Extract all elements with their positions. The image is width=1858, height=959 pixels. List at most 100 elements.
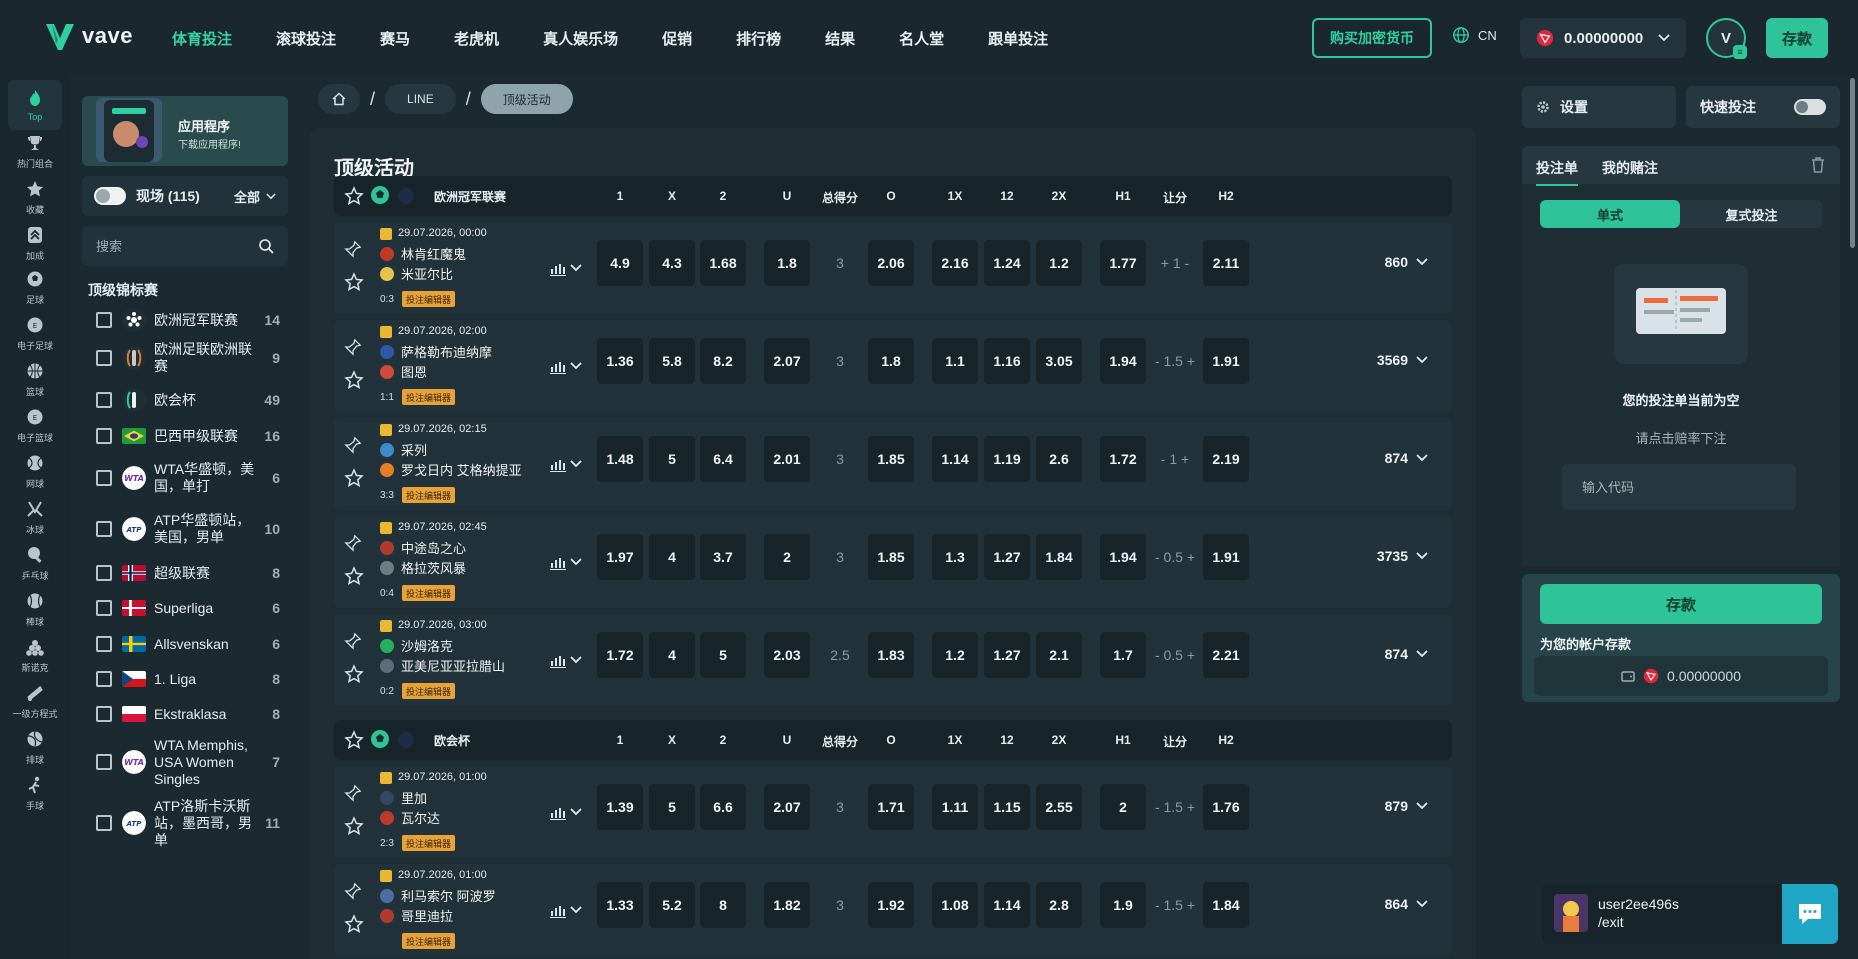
odds-button[interactable]: 2.03 — [764, 632, 810, 678]
page-scrollbar[interactable] — [1850, 78, 1855, 248]
breadcrumb-home[interactable] — [318, 84, 360, 114]
sport-nav-item[interactable]: Top — [8, 80, 62, 130]
odds-button[interactable]: 1.1 — [932, 338, 978, 384]
odds-button[interactable]: 2.01 — [764, 436, 810, 482]
sport-nav-item[interactable]: 手球 — [8, 768, 62, 818]
bet-builder-badge[interactable]: 投注编辑器 — [402, 585, 456, 601]
settings-button[interactable]: 设置 — [1522, 86, 1676, 128]
deposit-button[interactable]: 存款 — [1766, 18, 1828, 58]
quickbet-toggle[interactable] — [1794, 99, 1826, 115]
sport-nav-item[interactable]: 篮球 — [8, 354, 62, 404]
pin-icon[interactable] — [344, 338, 362, 356]
odds-button[interactable]: 1.91 — [1203, 534, 1249, 580]
odds-button[interactable]: 1.84 — [1036, 534, 1082, 580]
team-away[interactable]: 米亚尔比 — [380, 264, 453, 283]
more-markets-button[interactable]: 874 — [1385, 646, 1428, 662]
nav-item[interactable]: 排行榜 — [736, 28, 781, 49]
odds-button[interactable]: 6.4 — [700, 436, 746, 482]
chat-button[interactable] — [1782, 884, 1838, 944]
language-selector[interactable]: CN — [1452, 26, 1497, 44]
league-item[interactable]: Ekstraklasa 8 — [82, 696, 288, 732]
team-away[interactable]: 瓦尔达 — [380, 808, 440, 827]
sport-nav-item[interactable]: 排球 — [8, 722, 62, 772]
league-checkbox[interactable] — [96, 521, 112, 537]
sport-nav-item[interactable]: 收藏 — [8, 172, 62, 222]
league-item[interactable]: 超级联赛 8 — [82, 556, 288, 590]
odds-button[interactable]: 1.94 — [1100, 338, 1146, 384]
star-icon[interactable] — [344, 272, 364, 292]
odds-button[interactable]: 6.6 — [700, 784, 746, 830]
league-checkbox[interactable] — [96, 428, 112, 444]
odds-button[interactable]: 1.7 — [1100, 632, 1146, 678]
sport-nav-item[interactable]: 网球 — [8, 446, 62, 496]
star-icon[interactable] — [344, 664, 364, 684]
more-markets-button[interactable]: 3735 — [1377, 548, 1428, 564]
bet-builder-badge[interactable]: 投注编辑器 — [402, 683, 456, 699]
team-home[interactable]: 中途岛之心 — [380, 538, 466, 557]
odds-button[interactable]: 8 — [700, 882, 746, 928]
star-icon[interactable] — [344, 370, 364, 390]
pin-icon[interactable] — [344, 534, 362, 552]
nav-item[interactable]: 促销 — [662, 28, 692, 49]
odds-button[interactable]: 1.85 — [868, 534, 914, 580]
odds-button[interactable]: 2.19 — [1203, 436, 1249, 482]
nav-item[interactable]: 老虎机 — [454, 28, 499, 49]
team-away[interactable]: 图恩 — [380, 362, 427, 381]
more-markets-button[interactable]: 879 — [1385, 798, 1428, 814]
team-home[interactable]: 萨格勒布迪纳摩 — [380, 342, 492, 361]
search-icon[interactable] — [258, 238, 274, 254]
odds-button[interactable]: 2.55 — [1036, 784, 1082, 830]
odds-button[interactable]: 1.11 — [932, 784, 978, 830]
odds-button[interactable]: 5 — [700, 632, 746, 678]
league-checkbox[interactable] — [96, 600, 112, 616]
league-item[interactable]: ATP ATP华盛顿站，美国，男单 10 — [82, 502, 288, 556]
sport-nav-item[interactable]: E 电子足球 — [8, 308, 62, 358]
league-item[interactable]: WTA WTA Memphis, USA Women Singles 7 — [82, 732, 288, 792]
app-promo-banner[interactable]: 应用程序 下载应用程序! — [82, 96, 288, 166]
trash-icon[interactable] — [1810, 156, 1826, 174]
odds-button[interactable]: 1.39 — [597, 784, 643, 830]
league-checkbox[interactable] — [96, 636, 112, 652]
odds-button[interactable]: 2.07 — [764, 338, 810, 384]
league-checkbox[interactable] — [96, 392, 112, 408]
team-home[interactable]: 里加 — [380, 788, 427, 807]
bet-builder-badge[interactable]: 投注编辑器 — [402, 933, 456, 949]
odds-button[interactable]: 5.8 — [649, 338, 695, 384]
league-checkbox[interactable] — [96, 671, 112, 687]
odds-button[interactable]: 1.3 — [932, 534, 978, 580]
sport-nav-item[interactable]: E 电子篮球 — [8, 400, 62, 450]
odds-button[interactable]: 1.72 — [597, 632, 643, 678]
sport-nav-item[interactable]: 加成 — [8, 218, 62, 268]
odds-button[interactable]: 1.19 — [984, 436, 1030, 482]
more-markets-button[interactable]: 874 — [1385, 450, 1428, 466]
odds-button[interactable]: 1.33 — [597, 882, 643, 928]
nav-item[interactable]: 名人堂 — [899, 28, 944, 49]
league-item[interactable]: 欧洲冠军联赛 14 — [82, 306, 288, 334]
bet-builder-badge[interactable]: 投注编辑器 — [402, 487, 456, 503]
nav-item[interactable]: 结果 — [825, 28, 855, 49]
league-item[interactable]: 欧洲足联欧洲联赛 9 — [82, 334, 288, 382]
league-checkbox[interactable] — [96, 815, 112, 831]
odds-button[interactable]: 1.85 — [868, 436, 914, 482]
bet-builder-badge[interactable]: 投注编辑器 — [402, 291, 456, 307]
odds-button[interactable]: 1.8 — [868, 338, 914, 384]
odds-button[interactable]: 1.82 — [764, 882, 810, 928]
odds-button[interactable]: 1.83 — [868, 632, 914, 678]
star-icon[interactable] — [344, 468, 364, 488]
league-item[interactable]: WTA WTA华盛顿，美国，单打 6 — [82, 454, 288, 502]
team-away[interactable]: 亚美尼亚亚拉腊山 — [380, 656, 505, 675]
star-icon[interactable] — [344, 816, 364, 836]
team-away[interactable]: 罗戈日内 艾格纳提亚 — [380, 460, 522, 479]
odds-button[interactable]: 3.05 — [1036, 338, 1082, 384]
nav-item[interactable]: 赛马 — [380, 28, 410, 49]
bet-builder-badge[interactable]: 投注编辑器 — [402, 835, 456, 851]
odds-button[interactable]: 1.48 — [597, 436, 643, 482]
live-toggle[interactable] — [94, 187, 126, 205]
odds-button[interactable]: 1.76 — [1203, 784, 1249, 830]
odds-button[interactable]: 1.2 — [1036, 240, 1082, 286]
league-checkbox[interactable] — [96, 706, 112, 722]
more-markets-button[interactable]: 864 — [1385, 896, 1428, 912]
team-home[interactable]: 采列 — [380, 440, 427, 459]
odds-button[interactable]: 5 — [649, 784, 695, 830]
odds-button[interactable]: 2 — [1100, 784, 1146, 830]
